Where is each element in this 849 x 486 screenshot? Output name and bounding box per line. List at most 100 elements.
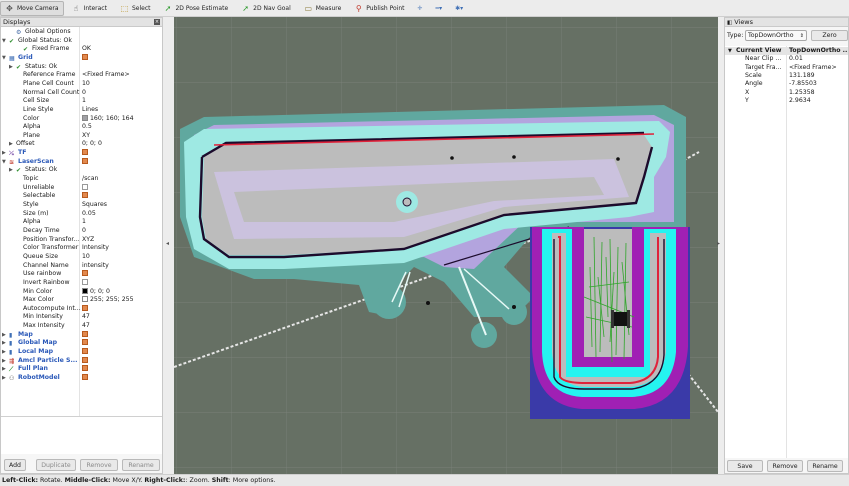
expand-arrow-icon[interactable]: ▼ — [2, 37, 6, 46]
color-swatch[interactable] — [82, 114, 88, 121]
display-row[interactable]: Max Color 255; 255; 255 — [1, 296, 162, 305]
display-row[interactable]: Plane Cell Count 10 — [1, 80, 162, 89]
display-row-value[interactable]: Lines — [82, 106, 98, 115]
display-row[interactable]: Position Transfor... XYZ — [1, 236, 162, 245]
remove-display-button[interactable]: Remove — [80, 459, 118, 471]
display-row[interactable]: Min Color 0; 0; 0 — [1, 287, 162, 297]
display-row[interactable]: Normal Cell Count 0 — [1, 89, 162, 98]
view-property-row[interactable]: ▼ Current View TopDownOrtho ... — [725, 47, 848, 56]
display-row[interactable]: Color Transformer Intensity — [1, 244, 162, 253]
display-row-value[interactable] — [82, 374, 88, 383]
display-row[interactable]: Invert Rainbow — [1, 278, 162, 288]
checkbox[interactable] — [82, 356, 88, 363]
view-property-row[interactable]: Near Clip ... 0.01 — [725, 55, 848, 63]
display-row-value[interactable]: 47 — [82, 322, 90, 331]
display-row-value[interactable]: intensity — [82, 262, 109, 271]
display-row-value[interactable] — [82, 365, 88, 374]
display-row-value[interactable]: XY — [82, 132, 90, 141]
view-property-value[interactable]: 1.25358 — [789, 89, 815, 97]
tool-interact-button[interactable]: ☝ Interact — [67, 1, 112, 16]
checkbox[interactable] — [82, 365, 88, 372]
view-property-row[interactable]: Y 2.9634 — [725, 97, 848, 105]
display-row-value[interactable] — [82, 356, 88, 366]
display-row[interactable]: ✔ Fixed Frame OK — [1, 45, 162, 54]
display-row-value[interactable] — [82, 149, 88, 158]
collapse-arrow-icon[interactable]: ▶ — [2, 331, 6, 340]
expand-arrow-icon[interactable]: ▼ — [2, 158, 6, 167]
camera-type-dropdown-icon[interactable]: ✱▾ — [450, 1, 468, 16]
display-row-value[interactable]: 0 — [82, 89, 86, 98]
display-row-value[interactable] — [82, 348, 88, 357]
view-property-value[interactable]: 2.9634 — [789, 97, 811, 105]
display-row[interactable]: Queue Size 10 — [1, 253, 162, 262]
display-row[interactable]: Min Intensity 47 — [1, 313, 162, 322]
display-row-value[interactable] — [82, 304, 88, 314]
display-row[interactable]: ▼ ▦ Grid — [1, 53, 162, 63]
display-row[interactable]: ▶ ⇶ Amcl Particle S... — [1, 356, 162, 366]
display-row[interactable]: Max Intensity 47 — [1, 322, 162, 331]
collapse-arrow-icon[interactable]: ▶ — [2, 365, 6, 374]
display-row[interactable]: Line Style Lines — [1, 106, 162, 115]
zero-button[interactable]: Zero — [811, 30, 848, 41]
tool-2d-nav-goal-button[interactable]: ➚ 2D Nav Goal — [236, 1, 296, 16]
display-row[interactable]: Topic/scan — [1, 175, 162, 184]
display-row[interactable]: Size (m) 0.05 — [1, 210, 162, 219]
display-row[interactable]: Color 160; 160; 164 — [1, 114, 162, 124]
collapse-arrow-icon[interactable]: ▶ — [2, 348, 6, 357]
display-row-value[interactable]: 1 — [82, 97, 86, 106]
display-row[interactable]: Alpha 1 — [1, 218, 162, 227]
display-row[interactable]: Style Squares — [1, 201, 162, 210]
display-row-value[interactable]: Squares — [82, 201, 107, 210]
display-row-value[interactable]: 0; 0; 0 — [82, 140, 102, 149]
duplicate-display-button[interactable]: Duplicate — [36, 459, 76, 471]
display-row[interactable]: ▶ ✔ Status: Ok — [1, 63, 162, 72]
view-property-value[interactable]: 131.189 — [789, 72, 815, 80]
display-row[interactable]: Alpha 0.5 — [1, 123, 162, 132]
tool-2d-pose-estimate-button[interactable]: ➚ 2D Pose Estimate — [158, 1, 233, 16]
display-row[interactable]: Cell Size 1 — [1, 97, 162, 106]
display-row-value[interactable] — [82, 183, 88, 193]
display-row-value[interactable]: 1 — [82, 218, 86, 227]
display-row-value[interactable]: XYZ — [82, 236, 94, 245]
display-row-value[interactable]: 47 — [82, 313, 90, 322]
collapse-arrow-icon[interactable]: ▶ — [9, 166, 13, 175]
checkbox[interactable] — [82, 53, 88, 60]
splitter-left-icon[interactable]: ◂ — [166, 240, 169, 247]
display-row-value[interactable]: 10 — [82, 80, 90, 89]
display-row[interactable]: ▶ ⤯ TF — [1, 149, 162, 158]
tool-move-camera-button[interactable]: ✥ Move Camera — [0, 0, 64, 16]
close-icon[interactable]: × — [154, 19, 160, 25]
collapse-arrow-icon[interactable]: ▶ — [9, 140, 13, 149]
display-row-value[interactable]: <Fixed Frame> — [82, 71, 130, 80]
collapse-arrow-icon[interactable]: ▶ — [2, 357, 6, 366]
display-row-value[interactable]: Intensity — [82, 244, 109, 253]
view-property-value[interactable]: 0.01 — [789, 55, 803, 63]
display-row-value[interactable]: /scan — [82, 175, 98, 184]
display-row-value[interactable]: 0.05 — [82, 210, 96, 219]
display-row[interactable]: Autocompute Int... — [1, 304, 162, 314]
display-row[interactable]: Decay Time 0 — [1, 227, 162, 236]
display-row[interactable]: Reference Frame <Fixed Frame> — [1, 71, 162, 80]
view-property-row[interactable]: Target Fra... <Fixed Frame> — [725, 64, 848, 72]
tool-measure-button[interactable]: ▭ Measure — [299, 1, 347, 16]
rename-view-button[interactable]: Rename — [807, 460, 843, 472]
display-row[interactable]: Use rainbow — [1, 270, 162, 279]
display-row-value[interactable]: 255; 255; 255 — [82, 296, 134, 305]
crosshair-icon[interactable]: ✛ — [412, 1, 427, 16]
display-row-value[interactable]: OK — [82, 45, 91, 54]
display-row-value[interactable] — [82, 330, 88, 340]
checkbox[interactable] — [82, 330, 88, 337]
expand-arrow-icon[interactable]: ▼ — [2, 54, 6, 63]
display-row-value[interactable]: 10 — [82, 253, 90, 262]
collapse-arrow-icon[interactable]: ▶ — [2, 374, 6, 383]
checkbox[interactable] — [82, 348, 88, 355]
display-row-value[interactable]: 0; 0; 0 — [82, 287, 110, 297]
checkbox[interactable] — [82, 157, 88, 164]
view-property-row[interactable]: Scale 131.189 — [725, 72, 848, 80]
color-swatch[interactable] — [82, 296, 88, 303]
display-row[interactable]: ▼ ≋ LaserScan — [1, 157, 162, 167]
minus-dropdown-icon[interactable]: ━▾ — [431, 1, 448, 16]
display-row-value[interactable]: 160; 160; 164 — [82, 114, 134, 124]
display-row[interactable]: Plane XY — [1, 132, 162, 141]
display-row-value[interactable] — [82, 192, 88, 201]
